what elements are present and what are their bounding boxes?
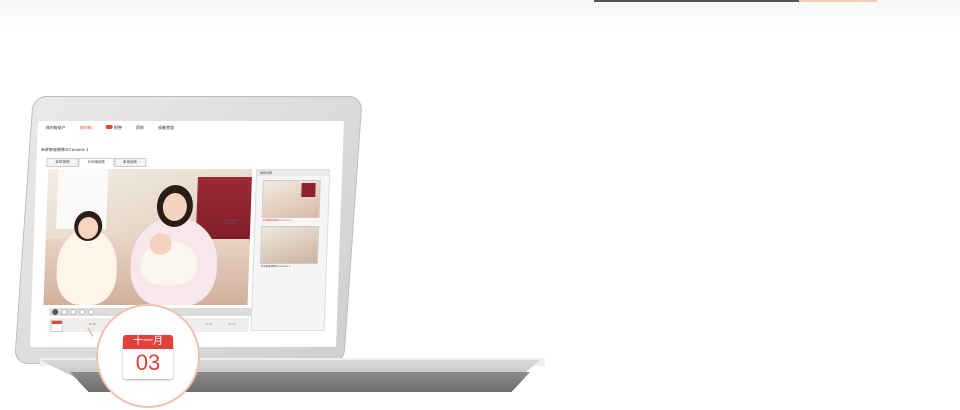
tab-live[interactable]: 实时视频 <box>46 158 79 167</box>
app-nav: 我的智能户 我的相 报警 回放 设备管理 <box>46 125 174 131</box>
event-thumbnail[interactable]: 米家智能摄像头Camera 1 <box>259 226 320 268</box>
tab-cloud-playback[interactable]: 云存储回放 <box>78 158 115 167</box>
nav-item-device[interactable]: 设备管理 <box>158 125 174 131</box>
calendar-day: 03 <box>135 350 161 375</box>
video-player[interactable]: 2015-11-03 14:02:33 <box>43 169 253 305</box>
play-button[interactable] <box>52 309 59 315</box>
pause-button[interactable] <box>61 309 68 315</box>
alarm-icon <box>105 125 113 129</box>
forward-button[interactable] <box>79 309 86 315</box>
nav-item-home[interactable]: 我的智能户 <box>46 125 66 131</box>
sidebar-title: 事件列表 <box>256 170 330 176</box>
nav-item-alarm[interactable]: 报警 <box>105 125 123 131</box>
thumbnail-curtain <box>301 183 316 197</box>
laptop-screen: 我的智能户 我的相 报警 回放 设备管理 米家智能摄像头Camera 1 实时视… <box>30 121 344 347</box>
volume-button[interactable] <box>88 309 95 315</box>
nav-item-album[interactable]: 我的相 <box>80 125 92 131</box>
nav-item-playback[interactable]: 回放 <box>136 125 144 131</box>
timeline-tick: 13:00 <box>228 323 236 326</box>
thumbnail-caption: 米家智能摄像头Camera 1 <box>262 219 293 222</box>
top-bar-dark-line <box>594 0 799 2</box>
calendar-month: 十一月 <box>123 335 173 349</box>
top-bar-accent-line <box>799 0 877 2</box>
camera-title: 米家智能摄像头Camera 1 <box>40 147 89 152</box>
event-thumbnail[interactable]: 米家智能摄像头Camera 1 <box>261 180 321 222</box>
timeline-tick: 12:30 <box>204 323 213 326</box>
event-sidebar: 事件列表 米家智能摄像头Camera 1 米家智能摄像头Camera 1 <box>250 169 331 331</box>
mini-calendar-icon[interactable] <box>50 320 63 332</box>
top-bar <box>0 0 960 28</box>
view-tabs: 实时视频 云存储回放 本地回放 <box>46 158 147 167</box>
video-timestamp: 2015-11-03 14:02:33 <box>224 219 240 225</box>
rewind-button[interactable] <box>70 309 77 315</box>
calendar-icon: 十一月 03 <box>123 335 173 379</box>
thumbnail-caption: 米家智能摄像头Camera 1 <box>260 265 291 268</box>
tab-local-playback[interactable]: 本地回放 <box>113 158 147 167</box>
nav-item-alarm-label: 报警 <box>113 125 123 130</box>
